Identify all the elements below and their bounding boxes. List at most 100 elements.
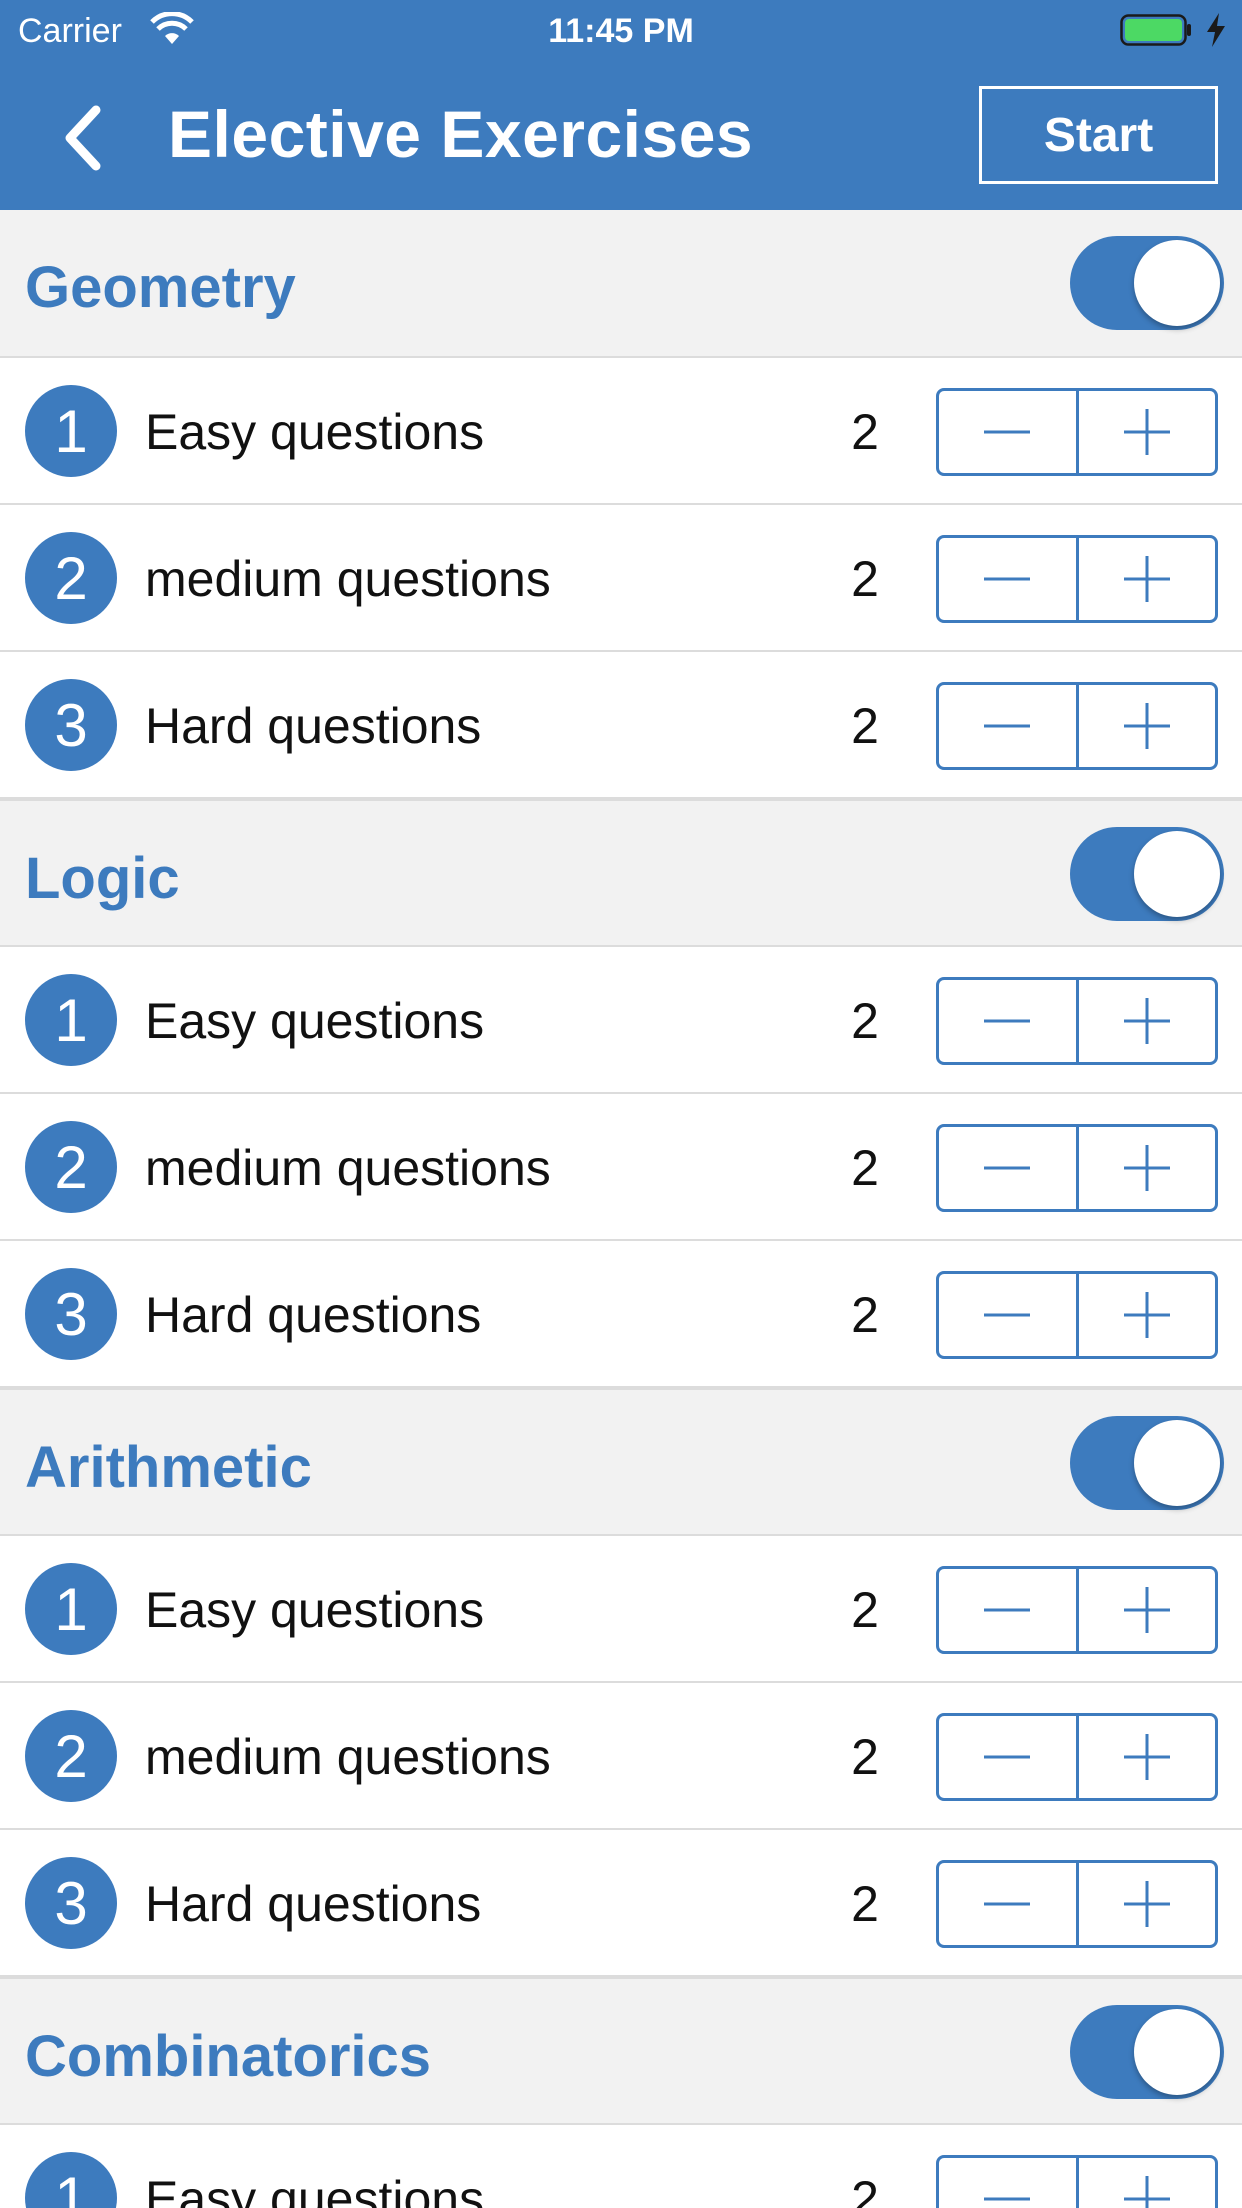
quantity-stepper [936,388,1218,476]
decrement-button[interactable] [939,1274,1076,1356]
difficulty-number-badge: 2 [25,1121,117,1213]
quantity-stepper [936,535,1218,623]
increment-button[interactable] [1075,685,1216,767]
navigation-bar: Elective Exercises Start [0,60,1242,210]
list-item: 2 medium questions 2 [0,1094,1242,1241]
question-level-label: Easy questions [145,1582,485,1638]
plus-icon [1123,1734,1170,1780]
minus-icon [984,1166,1031,1170]
plus-icon [1123,1145,1170,1191]
decrement-button[interactable] [939,1716,1076,1798]
difficulty-number-badge: 1 [25,974,117,1066]
decrement-button[interactable] [939,1569,1076,1651]
plus-icon [1123,2176,1170,2208]
plus-icon [1123,1881,1170,1927]
list-item: 2 medium questions 2 [0,1683,1242,1830]
decrement-button[interactable] [939,391,1076,473]
question-count: 2 [851,1287,879,1343]
question-level-label: Hard questions [145,1876,482,1932]
quantity-stepper [936,1860,1218,1948]
question-count: 2 [851,2171,879,2208]
decrement-button[interactable] [939,538,1076,620]
toggle-knob [1134,831,1220,917]
quantity-stepper [936,977,1218,1065]
question-level-label: Easy questions [145,2171,485,2208]
question-count: 2 [851,1876,879,1932]
toggle-knob [1134,1420,1220,1506]
minus-icon [984,1902,1031,1906]
list-item: 3 Hard questions 2 [0,1241,1242,1388]
quantity-stepper [936,1566,1218,1654]
difficulty-number-badge: 2 [25,1710,117,1802]
plus-icon [1123,703,1170,749]
list-item: 3 Hard questions 2 [0,1830,1242,1977]
question-level-label: medium questions [145,551,551,607]
question-count: 2 [851,698,879,754]
decrement-button[interactable] [939,685,1076,767]
increment-button[interactable] [1075,1716,1216,1798]
decrement-button[interactable] [939,2158,1076,2208]
list-item: 1 Easy questions 2 [0,358,1242,505]
section-header-combinatorics: Combinatorics [0,1977,1242,2125]
question-count: 2 [851,993,879,1049]
question-count: 2 [851,1729,879,1785]
page-title: Elective Exercises [168,97,754,171]
difficulty-number-badge: 3 [25,1857,117,1949]
minus-icon [984,577,1031,581]
question-level-label: medium questions [145,1140,551,1196]
difficulty-number-badge: 1 [25,1563,117,1655]
increment-button[interactable] [1075,1274,1216,1356]
section-toggle[interactable] [1070,2005,1224,2099]
quantity-stepper [936,2155,1218,2208]
question-level-label: Easy questions [145,404,485,460]
decrement-button[interactable] [939,1127,1076,1209]
minus-icon [984,1313,1031,1317]
list-item: 1 Easy questions 2 [0,1536,1242,1683]
increment-button[interactable] [1075,1863,1216,1945]
question-level-label: Hard questions [145,1287,482,1343]
status-bar: Carrier 11:45 PM [0,0,1242,60]
decrement-button[interactable] [939,1863,1076,1945]
increment-button[interactable] [1075,1569,1216,1651]
plus-icon [1123,1587,1170,1633]
section-title: Arithmetic [25,1435,312,1500]
toggle-knob [1134,240,1220,326]
section-title: Logic [25,846,180,911]
exercise-list: Geometry 1 Easy questions 2 2 medium que… [0,210,1242,2208]
section-toggle[interactable] [1070,827,1224,921]
quantity-stepper [936,1271,1218,1359]
difficulty-number-badge: 3 [25,679,117,771]
increment-button[interactable] [1075,538,1216,620]
battery-icon [1120,14,1191,46]
increment-button[interactable] [1075,391,1216,473]
section-header-arithmetic: Arithmetic [0,1388,1242,1536]
question-count: 2 [851,404,879,460]
quantity-stepper [936,682,1218,770]
decrement-button[interactable] [939,980,1076,1062]
increment-button[interactable] [1075,2158,1216,2208]
increment-button[interactable] [1075,1127,1216,1209]
minus-icon [984,1755,1031,1759]
list-item: 1 Easy questions 2 [0,947,1242,1094]
section-toggle[interactable] [1070,236,1224,330]
back-chevron-icon[interactable] [56,102,112,174]
status-time: 11:45 PM [548,12,694,50]
plus-icon [1123,998,1170,1044]
start-button[interactable]: Start [979,86,1218,184]
list-item: 3 Hard questions 2 [0,652,1242,799]
minus-icon [984,430,1031,434]
question-count: 2 [851,551,879,607]
difficulty-number-badge: 2 [25,532,117,624]
section-toggle[interactable] [1070,1416,1224,1510]
question-level-label: medium questions [145,1729,551,1785]
minus-icon [984,724,1031,728]
minus-icon [984,2197,1031,2201]
list-item: 2 medium questions 2 [0,505,1242,652]
minus-icon [984,1608,1031,1612]
increment-button[interactable] [1075,980,1216,1062]
quantity-stepper [936,1713,1218,1801]
question-level-label: Hard questions [145,698,482,754]
question-level-label: Easy questions [145,993,485,1049]
difficulty-number-badge: 3 [25,1268,117,1360]
list-item: 1 Easy questions 2 [0,2125,1242,2208]
